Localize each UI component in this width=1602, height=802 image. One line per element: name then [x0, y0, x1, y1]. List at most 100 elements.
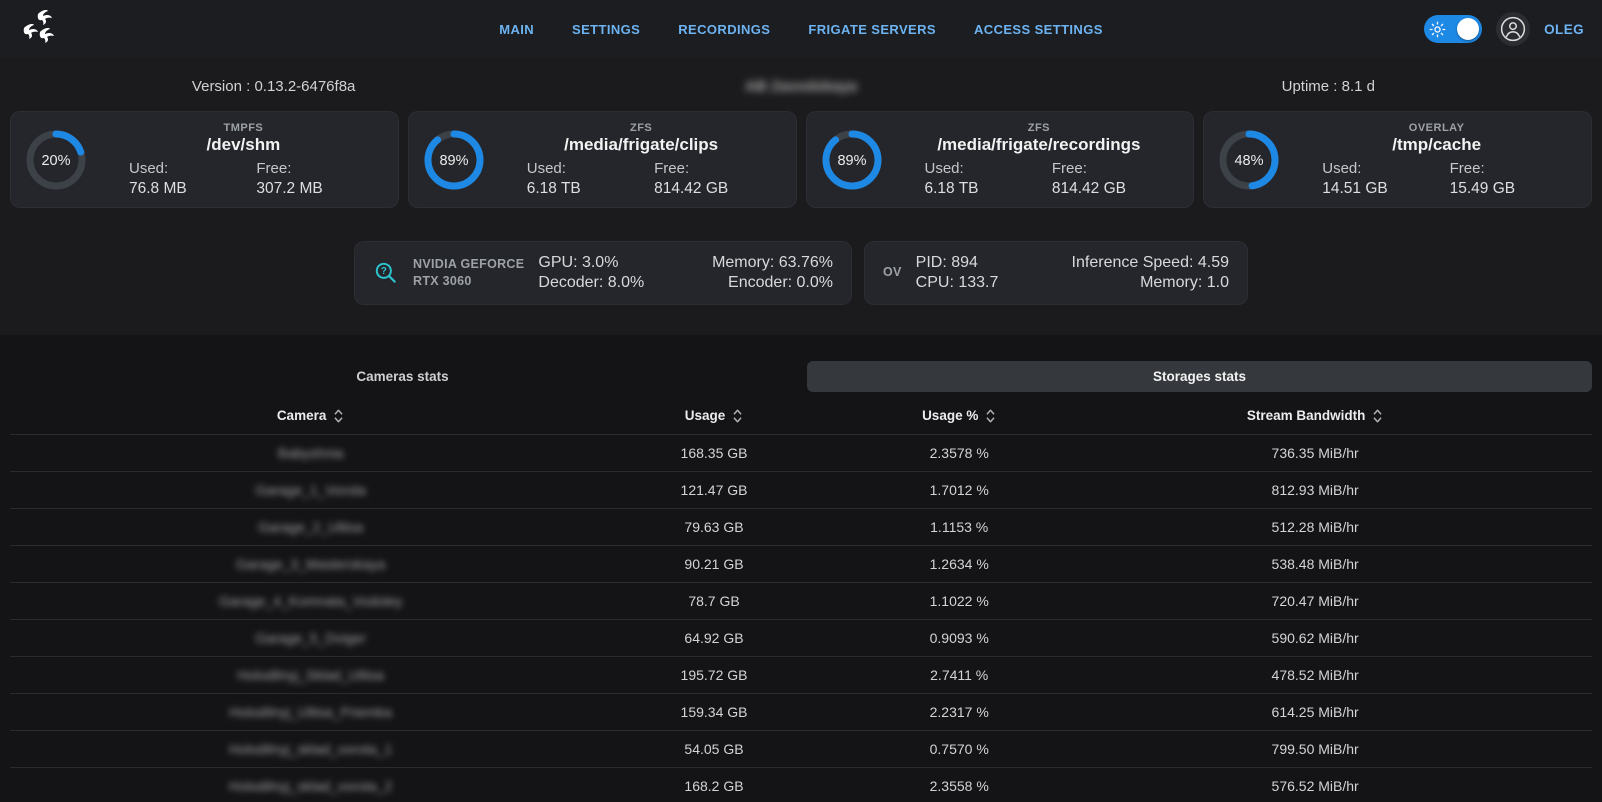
usage-percent-value: 0.9093 % [817, 619, 1102, 656]
storage-mount-path: /media/frigate/clips [501, 135, 782, 155]
donut-percent-label: 48% [1235, 153, 1264, 169]
stats-section: Cameras stats Storages stats Camera Usag… [0, 335, 1602, 802]
nav-frigate-servers[interactable]: FRIGATE SERVERS [808, 22, 936, 37]
donut-percent-label: 89% [439, 153, 468, 169]
donut-percent-label: 89% [837, 153, 866, 169]
storage-type-label: OVERLAY [1296, 122, 1577, 134]
donut-percent-label: 20% [41, 153, 70, 169]
stats-table-body: Babyshnia 168.35 GB 2.3578 % 736.35 MiB/… [10, 434, 1592, 802]
tab-storages-stats[interactable]: Storages stats [807, 361, 1592, 392]
table-row: Holodilnyj_sklad_vorota_2 168.2 GB 2.355… [10, 767, 1592, 802]
bandwidth-value: 614.25 MiB/hr [1102, 693, 1529, 730]
usage-percent-value: 0.7570 % [817, 730, 1102, 767]
usage-percent-value: 2.3558 % [817, 767, 1102, 802]
toggle-knob [1457, 18, 1479, 40]
nav-main[interactable]: MAIN [499, 22, 534, 37]
donut-chart: 48% [1216, 127, 1282, 193]
table-row: Garage_1_Vorota 121.47 GB 1.7012 % 812.9… [10, 471, 1592, 508]
column-header-stream-bandwidth[interactable]: Stream Bandwidth [1102, 398, 1529, 434]
nav-settings[interactable]: SETTINGS [572, 22, 640, 37]
storage-stats-table: Camera Usage [10, 398, 1592, 802]
user-avatar[interactable] [1496, 12, 1530, 46]
gpu-decoder-stat: Decoder: 8.0% [538, 274, 644, 292]
used-value: 6.18 TB [527, 180, 654, 198]
usage-value: 64.92 GB [611, 619, 817, 656]
detector-name: OV [883, 264, 902, 282]
storage-card: 20% TMPFS /dev/shm Used: Free: 76.8 MB 3… [10, 111, 399, 208]
nav-access-settings[interactable]: ACCESS SETTINGS [974, 22, 1103, 37]
sort-icon [1372, 408, 1383, 424]
used-label: Used: [527, 160, 654, 177]
camera-name: Garage_4_Komnata_Vodoley [219, 593, 403, 609]
usage-value: 79.63 GB [611, 508, 817, 545]
camera-name: Garage_1_Vorota [255, 482, 366, 498]
detector-card: OV PID: 894 Inference Speed: 4.59 CPU: 1… [864, 241, 1248, 305]
storage-type-label: TMPFS [103, 122, 384, 134]
table-row: Garage_3_Masterskaya 90.21 GB 1.2634 % 5… [10, 545, 1592, 582]
uptime-label: Uptime : 8.1 d [1065, 78, 1592, 95]
gpu-stats: GPU: 3.0% Memory: 63.76% Decoder: 8.0% E… [538, 254, 833, 292]
usage-value: 159.34 GB [611, 693, 817, 730]
column-header-usage-percent[interactable]: Usage % [817, 398, 1102, 434]
frigate-logo-icon [18, 8, 62, 50]
camera-name: Garage_5_Dviger [255, 630, 366, 646]
storage-card: 89% ZFS /media/frigate/recordings Used: … [806, 111, 1195, 208]
usage-value: 195.72 GB [611, 656, 817, 693]
tab-cameras-stats[interactable]: Cameras stats [10, 361, 795, 392]
detector-pid-stat: PID: 894 [916, 254, 999, 272]
free-value: 15.49 GB [1450, 180, 1577, 198]
usage-percent-value: 1.1153 % [817, 508, 1102, 545]
main-nav: MAIN SETTINGS RECORDINGS FRIGATE SERVERS ACC… [499, 0, 1103, 58]
free-label: Free: [654, 160, 781, 177]
nav-recordings[interactable]: RECORDINGS [678, 22, 770, 37]
bandwidth-value: 590.62 MiB/hr [1102, 619, 1529, 656]
table-header-row: Camera Usage [10, 398, 1592, 434]
camera-name: Holodilnyj_sklad_vorota_1 [229, 741, 392, 757]
camera-name: Holodilnyj_Sklad_Ulitsa [237, 667, 383, 683]
donut-chart: 89% [421, 127, 487, 193]
table-row: Holodilnyj_Ulitsa_Priemka 159.34 GB 2.23… [10, 693, 1592, 730]
camera-name: Garage_3_Masterskaya [236, 556, 385, 572]
top-right-controls: OLEG [1424, 12, 1584, 46]
usage-percent-value: 1.7012 % [817, 471, 1102, 508]
gpu-usage-stat: GPU: 3.0% [538, 254, 644, 272]
sort-icon [985, 408, 996, 424]
sort-icon [732, 408, 743, 424]
detector-stats: PID: 894 Inference Speed: 4.59 CPU: 133.… [916, 254, 1229, 292]
user-name[interactable]: OLEG [1544, 22, 1584, 37]
gpu-memory-stat: Memory: 63.76% [712, 254, 833, 272]
info-bar: Version : 0.13.2-6476f8a AB Zavodskaya U… [10, 58, 1592, 111]
storage-card: 89% ZFS /media/frigate/clips Used: Free:… [408, 111, 797, 208]
usage-percent-value: 2.7411 % [817, 656, 1102, 693]
gpu-search-icon: ? [373, 260, 399, 286]
server-name: AB Zavodskaya [537, 78, 1064, 95]
storage-cards-row: 20% TMPFS /dev/shm Used: Free: 76.8 MB 3… [10, 111, 1592, 208]
top-bar: MAIN SETTINGS RECORDINGS FRIGATE SERVERS ACC… [0, 0, 1602, 58]
gpu-encoder-stat: Encoder: 0.0% [712, 274, 833, 292]
bandwidth-value: 576.52 MiB/hr [1102, 767, 1529, 802]
bandwidth-value: 720.47 MiB/hr [1102, 582, 1529, 619]
column-header-usage[interactable]: Usage [611, 398, 817, 434]
free-label: Free: [256, 160, 383, 177]
usage-value: 121.47 GB [611, 471, 817, 508]
used-value: 14.51 GB [1322, 180, 1449, 198]
camera-name: Garage_2_Ulitsa [258, 519, 363, 535]
theme-toggle[interactable] [1424, 15, 1482, 43]
person-icon [1500, 16, 1526, 42]
table-row: Garage_4_Komnata_Vodoley 78.7 GB 1.1022 … [10, 582, 1592, 619]
usage-value: 54.05 GB [611, 730, 817, 767]
usage-percent-value: 2.3578 % [817, 434, 1102, 471]
table-row: Babyshnia 168.35 GB 2.3578 % 736.35 MiB/… [10, 434, 1592, 471]
version-label: Version : 0.13.2-6476f8a [10, 78, 537, 95]
storage-type-label: ZFS [899, 122, 1180, 134]
used-value: 6.18 TB [925, 180, 1052, 198]
column-header-camera[interactable]: Camera [10, 398, 611, 434]
usage-percent-value: 1.1022 % [817, 582, 1102, 619]
donut-chart: 89% [819, 127, 885, 193]
storage-mount-path: /media/frigate/recordings [899, 135, 1180, 155]
sort-icon [333, 408, 344, 424]
table-row: Holodilnyj_sklad_vorota_1 54.05 GB 0.757… [10, 730, 1592, 767]
table-row: Garage_2_Ulitsa 79.63 GB 1.1153 % 512.28… [10, 508, 1592, 545]
overview-section: Version : 0.13.2-6476f8a AB Zavodskaya U… [0, 58, 1602, 335]
used-value: 76.8 MB [129, 180, 256, 198]
